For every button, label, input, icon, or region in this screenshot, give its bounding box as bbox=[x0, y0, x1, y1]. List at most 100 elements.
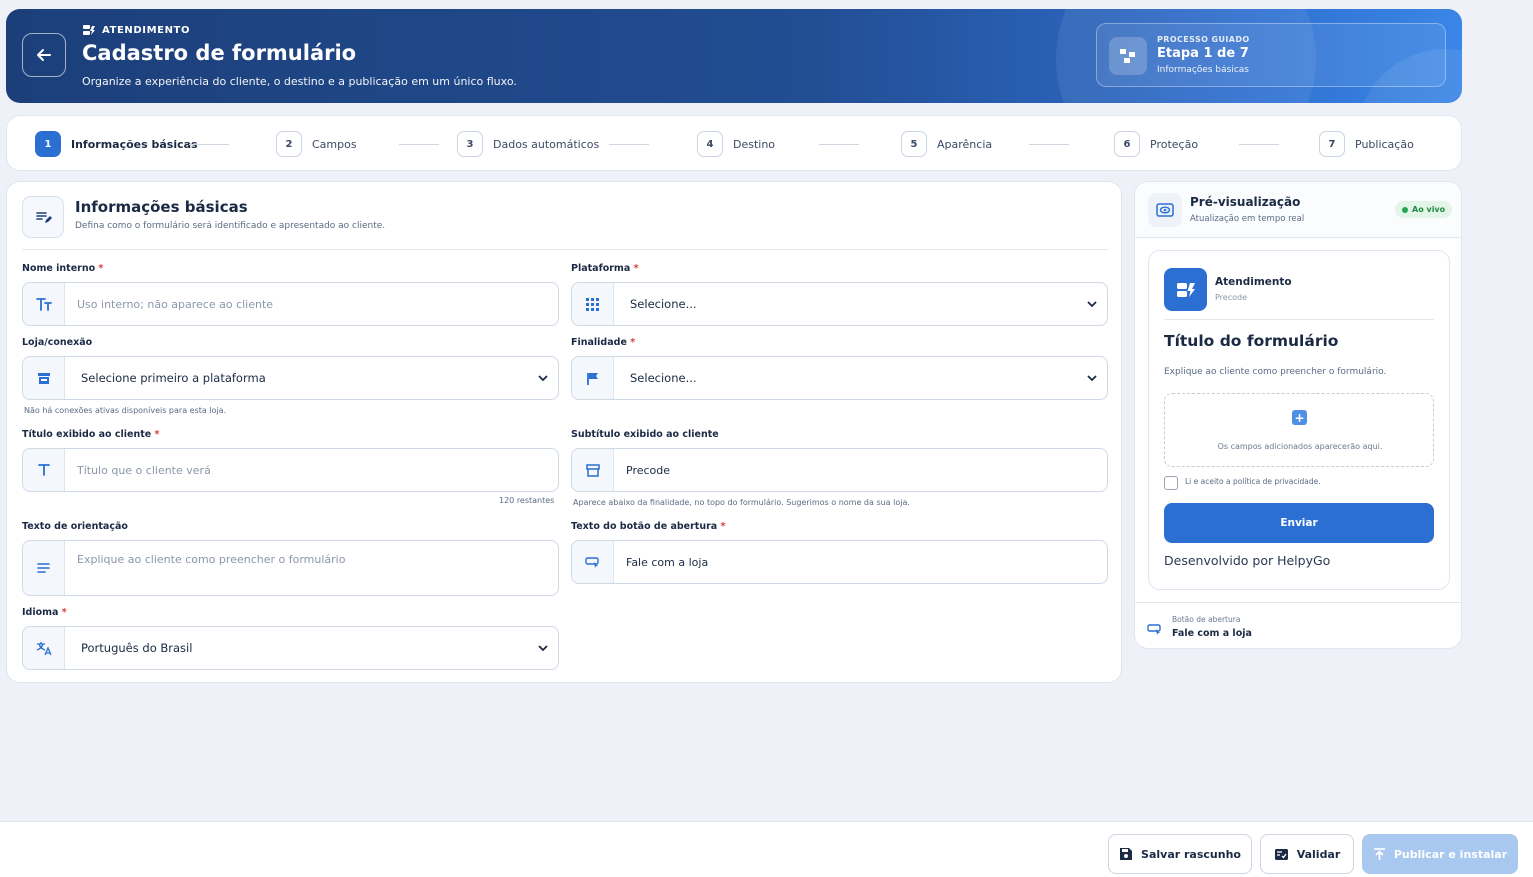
purpose-select[interactable]: Selecione... bbox=[571, 356, 1108, 400]
page-subtitle: Organize a experiência do cliente, o des… bbox=[82, 75, 517, 88]
button-cursor-icon bbox=[1147, 620, 1163, 639]
publish-button[interactable]: Publicar e instalar bbox=[1362, 834, 1518, 874]
client-title-input[interactable]: Título que o cliente verá bbox=[65, 449, 558, 491]
step-connector bbox=[189, 144, 229, 145]
guidance-label: Texto de orientação bbox=[22, 521, 128, 532]
open-button-input[interactable]: Fale com a loja bbox=[614, 541, 1107, 583]
privacy-text: Li e aceito a política de privacidade. bbox=[1185, 477, 1321, 486]
step-7[interactable]: 7 Publicação bbox=[1319, 131, 1414, 157]
platform-value: Selecione... bbox=[630, 297, 697, 311]
button-label: Salvar rascunho bbox=[1141, 847, 1241, 861]
chevron-down-icon bbox=[1077, 357, 1107, 399]
guidance-textarea[interactable]: Explique ao cliente como preencher o for… bbox=[22, 540, 559, 596]
client-subtitle-label: Subtítulo exibido ao cliente bbox=[571, 429, 719, 440]
flag-icon bbox=[572, 357, 614, 399]
step-label: Campos bbox=[312, 137, 357, 151]
step-number: 6 bbox=[1114, 131, 1140, 157]
step-connector bbox=[609, 144, 649, 145]
validate-button[interactable]: Validar bbox=[1260, 834, 1354, 874]
text-icon bbox=[23, 449, 65, 491]
send-button[interactable]: Enviar bbox=[1164, 503, 1434, 543]
client-title-field[interactable]: Título que o cliente verá bbox=[22, 448, 559, 492]
chevron-down-icon bbox=[528, 627, 558, 669]
page-header: ATENDIMENTO Cadastro de formulário Organ… bbox=[6, 9, 1462, 103]
internal-name-field[interactable]: Uso interno; não aparece ao cliente bbox=[22, 282, 559, 326]
store-value: Selecione primeiro a plataforma bbox=[81, 371, 266, 385]
step-4[interactable]: 4 Destino bbox=[697, 131, 775, 157]
guidance-input[interactable]: Explique ao cliente como preencher o for… bbox=[65, 541, 558, 595]
preview-title: Pré-visualização bbox=[1190, 195, 1301, 209]
save-icon bbox=[1120, 848, 1133, 860]
preview-form-description: Explique ao cliente como preencher o for… bbox=[1164, 367, 1387, 377]
platform-label: Plataforma * bbox=[571, 263, 639, 274]
step-2[interactable]: 2 Campos bbox=[276, 131, 357, 157]
flow-icon bbox=[1109, 37, 1147, 75]
purpose-label: Finalidade * bbox=[571, 337, 635, 348]
preview-subtitle: Atualização em tempo real bbox=[1190, 214, 1305, 224]
back-button[interactable] bbox=[22, 33, 66, 77]
client-title-label: Título exibido ao cliente * bbox=[22, 429, 160, 440]
live-text: Ao vivo bbox=[1412, 205, 1446, 214]
chevron-down-icon bbox=[1077, 283, 1107, 325]
step-3[interactable]: 3 Dados automáticos bbox=[457, 131, 599, 157]
live-dot bbox=[1402, 206, 1408, 213]
required-mark: * bbox=[98, 263, 104, 274]
language-select[interactable]: Português do Brasil bbox=[22, 626, 559, 670]
language-label: Idioma * bbox=[22, 607, 67, 618]
guide-label: PROCESSO GUIADO bbox=[1157, 35, 1250, 44]
basic-info-card: Informações básicas Defina como o formul… bbox=[6, 181, 1122, 683]
language-value: Português do Brasil bbox=[81, 641, 193, 655]
step-connector bbox=[1029, 144, 1069, 145]
preview-panel: Pré-visualização Atualização em tempo re… bbox=[1134, 181, 1462, 649]
step-label: Proteção bbox=[1150, 137, 1199, 151]
checklist-icon bbox=[1274, 848, 1288, 860]
button-label: Publicar e instalar bbox=[1393, 847, 1508, 861]
arrow-left-icon bbox=[37, 49, 51, 61]
lines-icon bbox=[23, 541, 65, 595]
preview-brand: Atendimento bbox=[1215, 276, 1292, 288]
step-number: 4 bbox=[697, 131, 723, 157]
open-button-field[interactable]: Fale com a loja bbox=[571, 540, 1108, 584]
footer-label: Botão de abertura bbox=[1172, 615, 1241, 624]
button-cursor-icon bbox=[572, 541, 614, 583]
fields-dropzone: + Os campos adicionados aparecerão aqui. bbox=[1164, 393, 1434, 467]
storefront-icon bbox=[572, 449, 614, 491]
page-title: Cadastro de formulário bbox=[82, 41, 357, 65]
client-subtitle-field[interactable]: Precode bbox=[571, 448, 1108, 492]
card-subtitle: Defina como o formulário será identifica… bbox=[75, 221, 386, 231]
label-text: Texto do botão de abertura bbox=[571, 521, 718, 532]
developed-by: Desenvolvido por HelpyGo bbox=[1164, 553, 1331, 568]
platform-select[interactable]: Selecione... bbox=[571, 282, 1108, 326]
step-5[interactable]: 5 Aparência bbox=[901, 131, 992, 157]
preview-header: Pré-visualização Atualização em tempo re… bbox=[1135, 182, 1461, 238]
support-icon bbox=[1164, 268, 1207, 311]
step-number: 2 bbox=[276, 131, 302, 157]
step-connector bbox=[819, 144, 859, 145]
button-label: Validar bbox=[1296, 847, 1341, 861]
step-label: Publicação bbox=[1355, 137, 1414, 151]
preview-form: Atendimento Precode Título do formulário… bbox=[1148, 250, 1450, 590]
preview-brand-sub: Precode bbox=[1215, 293, 1248, 302]
privacy-checkbox[interactable] bbox=[1164, 476, 1178, 490]
save-draft-button[interactable]: Salvar rascunho bbox=[1108, 834, 1252, 874]
edit-list-icon bbox=[22, 196, 64, 238]
step-number: 5 bbox=[901, 131, 927, 157]
label-text: Finalidade bbox=[571, 337, 627, 348]
chevron-down-icon bbox=[528, 357, 558, 399]
label-text: Título exibido ao cliente bbox=[22, 429, 152, 440]
store-icon bbox=[23, 357, 65, 399]
preview-form-title: Título do formulário bbox=[1164, 332, 1339, 350]
preview-footer: Botão de abertura Fale com a loja bbox=[1135, 602, 1461, 648]
divider bbox=[1164, 319, 1434, 320]
internal-name-input[interactable]: Uso interno; não aparece ao cliente bbox=[65, 283, 558, 325]
step-number: 3 bbox=[457, 131, 483, 157]
grid-icon bbox=[572, 283, 614, 325]
store-label: Loja/conexão bbox=[22, 337, 93, 348]
client-subtitle-input[interactable]: Precode bbox=[614, 449, 1107, 491]
step-1[interactable]: 1 Informações básicas bbox=[35, 131, 198, 157]
store-select[interactable]: Selecione primeiro a plataforma bbox=[22, 356, 559, 400]
step-6[interactable]: 6 Proteção bbox=[1114, 131, 1198, 157]
required-mark: * bbox=[633, 263, 639, 274]
label-text: Idioma bbox=[22, 607, 59, 618]
card-title: Informações básicas bbox=[75, 198, 248, 216]
